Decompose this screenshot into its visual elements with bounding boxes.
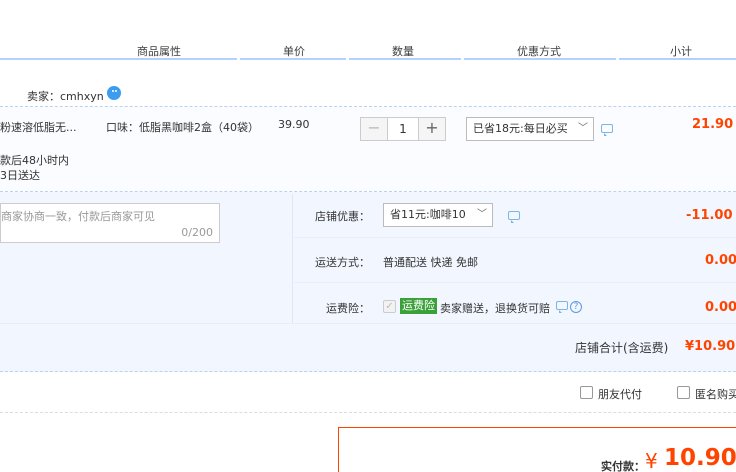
- item-title[interactable]: 粉速溶低脂无...: [0, 119, 77, 135]
- anonymous-checkbox[interactable]: [677, 386, 690, 399]
- item-attribute: 口味：低脂黑咖啡2盒（40袋）: [106, 121, 259, 134]
- message-char-counter: 0/200: [181, 226, 213, 239]
- shop-total-value: ¥10.90: [685, 339, 736, 354]
- shipping-label: 运送方式：: [315, 256, 370, 269]
- row-divider: [0, 323, 736, 324]
- friend-pay-label[interactable]: 朋友代付: [598, 386, 642, 402]
- item-subtotal: 21.90: [692, 117, 734, 132]
- decrease-quantity-button[interactable]: −: [361, 118, 387, 140]
- shop-discount-value: 省11元:咖啡10: [390, 208, 466, 221]
- delivery-promise: 款后48小时内: [0, 154, 69, 167]
- chevron-down-icon: ﹀: [477, 209, 487, 220]
- quantity-input[interactable]: 1: [387, 118, 419, 140]
- panel-divider: [292, 194, 293, 324]
- divider: [0, 412, 736, 413]
- insurance-chat-icon[interactable]: [556, 301, 568, 313]
- cart-header: 商品属性 单价 数量 优惠方式 小计: [0, 0, 736, 62]
- shop-total-label: 店铺合计(含运费): [575, 341, 669, 355]
- help-icon[interactable]: ?: [570, 301, 582, 313]
- discount-chat-icon[interactable]: [601, 124, 613, 136]
- shop-discount-label: 店铺优惠：: [315, 210, 370, 223]
- item-discount-value: 已省18元:每日必买: [473, 122, 568, 135]
- delivery-arrival: 3日送达: [0, 169, 40, 182]
- header-underline: [349, 58, 461, 60]
- insurance-tag: 运费险: [400, 298, 437, 314]
- payment-amount: 10.90: [664, 445, 736, 471]
- payment-currency: ¥: [645, 449, 658, 472]
- col-attributes: 商品属性: [137, 45, 181, 58]
- shop-discount-amount: -11.00: [686, 208, 733, 223]
- seller-row: 卖家：cmhxyn: [0, 84, 736, 106]
- payment-label: 实付款：: [601, 460, 645, 472]
- seller-name[interactable]: 卖家：cmhxyn: [27, 88, 104, 104]
- wangwang-chat-icon[interactable]: [107, 86, 121, 100]
- friend-pay-checkbox[interactable]: [580, 386, 593, 399]
- increase-quantity-button[interactable]: +: [419, 118, 445, 140]
- anonymous-label[interactable]: 匿名购买: [695, 386, 736, 402]
- header-underline: [619, 58, 736, 60]
- quantity-stepper: − 1 +: [360, 117, 446, 141]
- item-unit-price: 39.90: [278, 118, 310, 131]
- insurance-checkbox[interactable]: ✓: [383, 300, 396, 313]
- insurance-label: 运费险：: [326, 302, 370, 315]
- insurance-amount: 0.00: [705, 300, 736, 315]
- chevron-down-icon: ﹀: [578, 123, 588, 134]
- shop-discount-chat-icon[interactable]: [508, 211, 520, 223]
- col-quantity: 数量: [392, 45, 414, 58]
- insurance-description: 卖家赠送，退换货可赔: [440, 302, 550, 315]
- item-discount-select[interactable]: 已省18元:每日必买 ﹀: [466, 117, 594, 141]
- header-underline: [464, 58, 616, 60]
- shipping-amount: 0.00: [705, 253, 736, 268]
- col-discount: 优惠方式: [517, 45, 561, 58]
- divider: [0, 371, 736, 372]
- shop-discount-select[interactable]: 省11元:咖啡10 ﹀: [383, 203, 493, 227]
- header-underline: [240, 58, 346, 60]
- row-divider: [294, 282, 736, 283]
- row-divider: [294, 237, 736, 238]
- shipping-method: 普通配送 快递 免邮: [383, 256, 478, 269]
- buyer-message-placeholder: 商家协商一致，付款后商家可见: [1, 210, 155, 223]
- col-unit-price: 单价: [283, 45, 305, 58]
- buyer-message-input[interactable]: 商家协商一致，付款后商家可见 0/200: [0, 203, 220, 243]
- payment-summary-box: 实付款： ¥ 10.90: [338, 427, 736, 472]
- col-subtotal: 小计: [670, 45, 692, 58]
- header-underline: [0, 58, 237, 60]
